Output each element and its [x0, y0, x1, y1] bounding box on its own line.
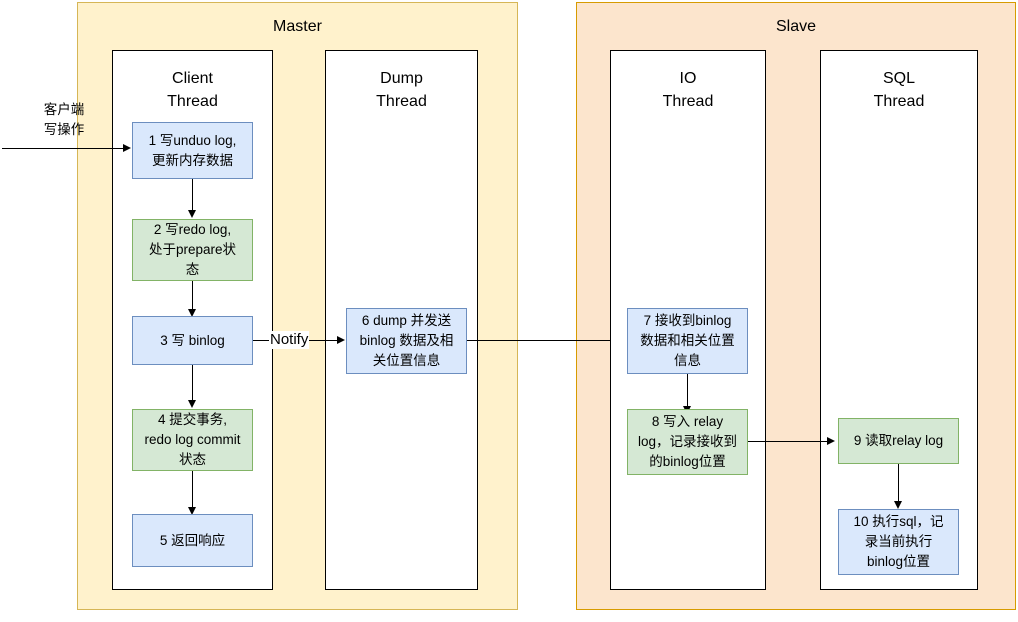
edge-9-to-10-line — [898, 464, 899, 502]
node-10-execute-sql[interactable]: 10 执行sql，记 录当前执行 binlog位置 — [838, 509, 959, 575]
node-2-write-redo-log-prepare[interactable]: 2 写redo log, 处于prepare状 态 — [132, 219, 253, 281]
node-1-write-undo-log[interactable]: 1 写unduo log, 更新内存数据 — [132, 122, 253, 179]
edge-label-notify: Notify — [269, 331, 310, 349]
thread-title-sql: SQL Thread — [873, 70, 925, 110]
edge-1-to-2-line — [192, 179, 193, 211]
node-8-write-relay-log[interactable]: 8 写入 relay log，记录接收到 的binlog位置 — [627, 409, 748, 475]
edge-8-to-9-arrowhead — [827, 436, 835, 445]
external-input-label: 客户端 写操作 — [43, 102, 85, 137]
edge-4-to-5-line — [192, 471, 193, 508]
lane-master-title: Master — [273, 18, 322, 35]
edge-3-to-4-line — [192, 365, 193, 401]
thread-title-client: Client Thread — [167, 70, 218, 110]
edge-client-input-line — [2, 148, 124, 149]
edge-3-to-4-arrowhead — [188, 400, 196, 408]
node-5-return-response[interactable]: 5 返回响应 — [132, 514, 253, 567]
lane-slave-title: Slave — [775, 18, 817, 35]
edge-3-to-6-arrowhead — [337, 335, 345, 344]
edge-9-to-10-arrowhead — [894, 501, 902, 509]
edge-2-to-3-line — [192, 281, 193, 310]
edge-client-input-arrowhead — [123, 143, 131, 152]
thread-title-io: IO Thread — [662, 70, 714, 110]
edge-1-to-2-arrowhead — [188, 210, 196, 218]
node-7-receive-binlog[interactable]: 7 接收到binlog 数据和相关位置 信息 — [627, 308, 748, 374]
node-9-read-relay-log[interactable]: 9 读取relay log — [838, 418, 959, 464]
edge-7-to-8-line — [687, 374, 688, 407]
node-6-dump-send-binlog[interactable]: 6 dump 并发送 binlog 数据及相 关位置信息 — [346, 308, 467, 374]
node-4-commit-transaction[interactable]: 4 提交事务, redo log commit 状态 — [132, 409, 253, 471]
diagram-canvas: Master Slave Client Thread Dump Thread I… — [0, 0, 1018, 622]
edge-6-to-7-line — [467, 340, 611, 341]
node-3-write-binlog[interactable]: 3 写 binlog — [132, 316, 253, 365]
thread-title-dump: Dump Thread — [376, 70, 427, 110]
edge-8-to-9-line — [748, 441, 829, 442]
